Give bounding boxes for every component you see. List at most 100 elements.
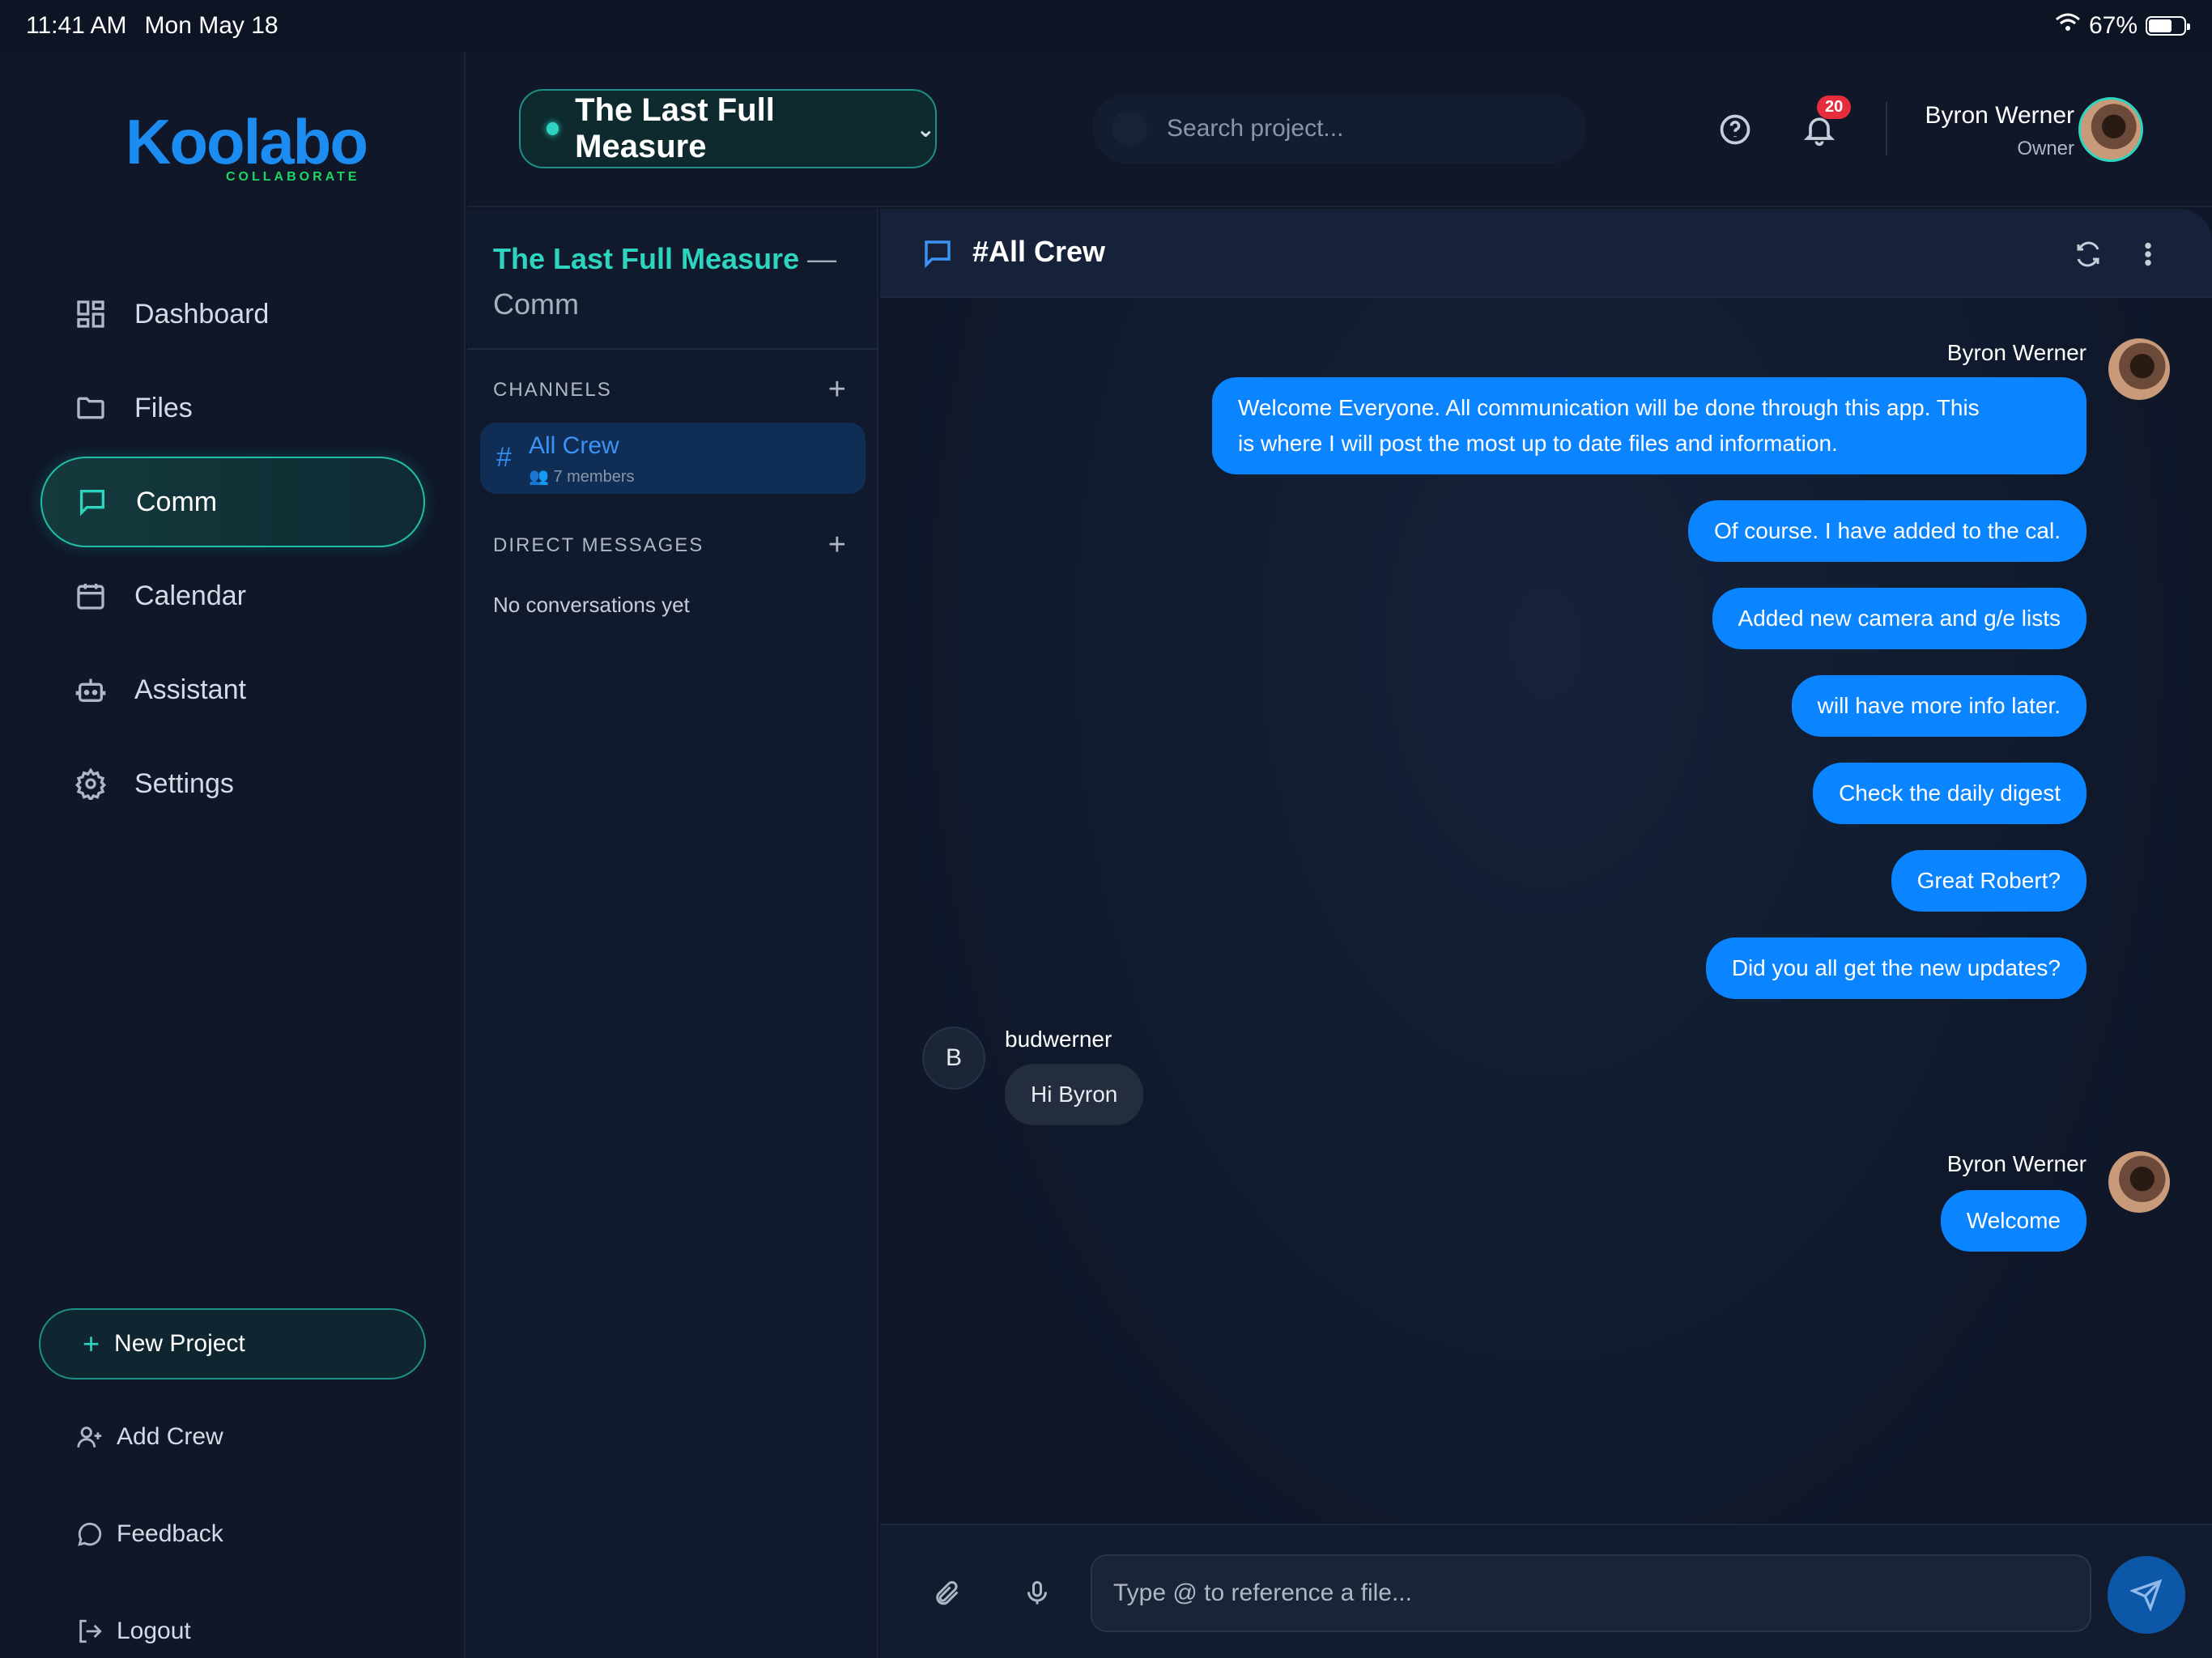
nav-label: Files	[134, 392, 193, 423]
dm-empty-state: No conversations yet	[493, 593, 690, 617]
message-bubble: Great Robert?	[1891, 850, 2087, 912]
message-bubble: Check the daily digest	[1813, 763, 2087, 824]
message-bubble: Welcome Everyone. All communication will…	[1212, 377, 2087, 474]
status-date: Mon May 18	[144, 12, 279, 39]
calendar-icon	[77, 584, 104, 610]
add-dm-button[interactable]: +	[828, 529, 846, 560]
message-author: budwerner	[1005, 1027, 1112, 1052]
battery-icon	[2146, 16, 2190, 36]
add-channel-button[interactable]: +	[828, 374, 846, 405]
new-project-label: New Project	[114, 1330, 245, 1357]
message-bubble: Added new camera and g/e lists	[1712, 588, 2087, 649]
notification-badge: 20	[1817, 96, 1852, 119]
nav-item-assistant[interactable]: Assistant	[40, 644, 425, 735]
channels-label: CHANNELS	[493, 379, 612, 401]
top-header: The Last Full Measure ⌄ Search project..…	[467, 52, 2212, 207]
chat-panel: #All Crew Byron Werner Welcome Everyone.…	[880, 209, 2212, 1658]
add-crew-label: Add Crew	[117, 1423, 223, 1450]
hash-icon: #	[496, 442, 512, 473]
message-line: Welcome Everyone. All communication will…	[1238, 395, 1980, 420]
message-composer: Type @ to reference a file...	[880, 1524, 2212, 1658]
nav-label: Calendar	[134, 580, 246, 611]
help-icon[interactable]	[1717, 112, 1753, 147]
avatar[interactable]	[2078, 97, 2143, 162]
gear-icon	[74, 767, 107, 800]
brand-tagline: COLLABORATE	[226, 170, 360, 184]
user-role: Owner	[2017, 138, 2074, 159]
active-dot	[547, 122, 559, 135]
message-bubble: will have more info later.	[1791, 675, 2087, 737]
brand-logo[interactable]: Koolabo COLLABORATE	[125, 106, 368, 184]
chat-icon	[80, 490, 104, 517]
plus-icon: +	[83, 1327, 100, 1360]
logout-label: Logout	[117, 1618, 191, 1644]
folder-icon	[77, 397, 104, 419]
status-time: 11:41 AM	[26, 12, 127, 39]
channels-panel: The Last Full Measure — Comm CHANNELS + …	[467, 209, 878, 1658]
channels-title: The Last Full Measure — Comm	[493, 236, 849, 327]
nav-item-comm[interactable]: Comm	[40, 457, 425, 547]
chat-icon	[925, 240, 951, 269]
search-icon	[1112, 111, 1147, 147]
dm-label: DIRECT MESSAGES	[493, 534, 704, 556]
avatar[interactable]	[2108, 1151, 2170, 1213]
nav-item-dashboard[interactable]: Dashboard	[40, 269, 425, 359]
channels-title-project: The Last Full Measure	[493, 242, 800, 275]
main-nav: Dashboard Files Comm Calendar Assistant …	[40, 269, 425, 832]
avatar[interactable]	[2108, 338, 2170, 400]
logout-link[interactable]: Logout	[76, 1618, 191, 1645]
refresh-icon[interactable]	[2074, 240, 2103, 269]
more-vertical-icon[interactable]	[2133, 240, 2163, 269]
feedback-label: Feedback	[117, 1520, 223, 1547]
add-user-icon	[77, 1426, 102, 1448]
divider	[467, 348, 878, 350]
search-input[interactable]: Search project...	[1092, 94, 1586, 164]
feedback-link[interactable]: Feedback	[76, 1520, 223, 1548]
nav-item-files[interactable]: Files	[40, 363, 425, 453]
chevron-down-icon: ⌄	[916, 116, 935, 142]
nav-label: Assistant	[134, 674, 246, 705]
battery-percent: 67%	[2088, 12, 2138, 39]
nav-label: Settings	[134, 767, 234, 799]
logout-icon	[79, 1619, 102, 1643]
nav-label: Comm	[136, 486, 218, 517]
feedback-icon	[78, 1522, 102, 1546]
project-name: The Last Full Measure	[575, 92, 775, 164]
message-bubble: Welcome	[1940, 1190, 2087, 1252]
channel-title: #All Crew	[972, 235, 1106, 268]
message-bubble: Did you all get the new updates?	[1705, 937, 2087, 999]
message-input[interactable]: Type @ to reference a file...	[1091, 1554, 2091, 1632]
nav-item-calendar[interactable]: Calendar	[40, 551, 425, 641]
channel-members: 👥 7 members	[529, 466, 635, 487]
send-button[interactable]	[2108, 1556, 2185, 1634]
status-bar: 11:41 AM Mon May 18 67%	[0, 0, 2212, 52]
channel-item-all-crew[interactable]: # All Crew 👥 7 members	[480, 423, 866, 494]
brand-name: Koolabo	[125, 106, 368, 177]
status-right: 67%	[2055, 12, 2190, 40]
message-author: Byron Werner	[1946, 1151, 2087, 1176]
chat-header: #All Crew	[880, 209, 2212, 298]
send-icon	[2130, 1579, 2163, 1611]
channel-members-count: 7 members	[553, 468, 635, 486]
sidebar: Koolabo COLLABORATE Dashboard Files Comm…	[0, 52, 466, 1658]
message-bubble: Of course. I have added to the cal.	[1687, 500, 2087, 562]
message-line: is where I will post the most up to date…	[1238, 431, 1838, 456]
project-selector[interactable]: The Last Full Measure ⌄	[519, 89, 937, 168]
header-divider	[1886, 102, 1887, 155]
paperclip-icon[interactable]	[932, 1579, 961, 1608]
nav-label: Dashboard	[134, 298, 270, 329]
message-author: Byron Werner	[1946, 340, 2087, 365]
new-project-button[interactable]: + New Project	[39, 1308, 426, 1380]
avatar[interactable]: B	[922, 1027, 985, 1090]
user-info[interactable]: Byron Werner Owner	[1925, 102, 2074, 160]
add-crew-link[interactable]: Add Crew	[76, 1423, 223, 1451]
channel-name: All Crew	[529, 432, 619, 459]
wifi-icon	[2055, 12, 2081, 40]
dashboard-icon	[77, 300, 104, 328]
robot-icon	[75, 678, 106, 702]
nav-item-settings[interactable]: Settings	[40, 738, 425, 829]
user-name: Byron Werner	[1925, 102, 2074, 129]
microphone-icon[interactable]	[1023, 1579, 1052, 1608]
members-icon: 👥	[529, 468, 554, 486]
message-bubble: Hi Byron	[1005, 1064, 1144, 1125]
